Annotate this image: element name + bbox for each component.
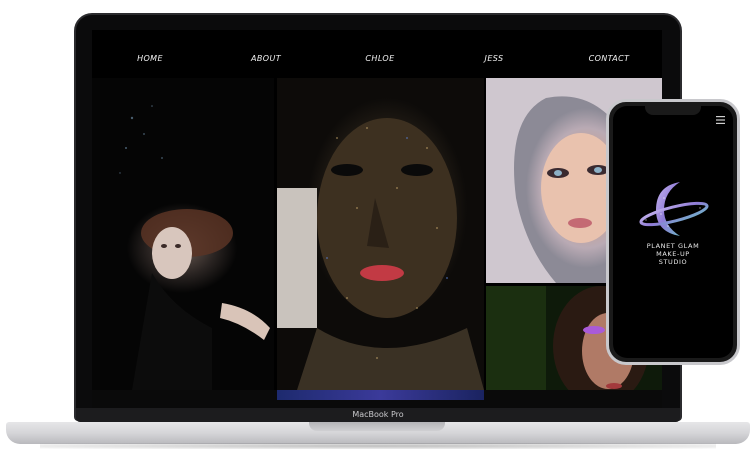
planet-glam-logo[interactable] (634, 178, 714, 240)
nav-item-contact[interactable]: CONTACT (589, 54, 630, 63)
phone-notch (645, 106, 701, 115)
nav-item-about[interactable]: ABOUT (251, 54, 281, 63)
gallery-photo-underwater[interactable] (92, 78, 274, 390)
studio-name-line-1: PLANET GLAM (646, 242, 700, 250)
nav-item-jess[interactable]: JESS (485, 54, 504, 63)
website-screen: HOME ABOUT CHLOE JESS CONTACT (92, 30, 662, 410)
studio-name-line-2: MAKE-UP (656, 250, 690, 258)
laptop-shadow (40, 443, 716, 449)
main-nav: HOME ABOUT CHLOE JESS CONTACT (92, 30, 662, 78)
studio-name-line-3: STUDIO (658, 258, 688, 266)
gallery-photo-partial (277, 390, 484, 400)
nav-item-home[interactable]: HOME (137, 54, 163, 63)
laptop-lid-notch (309, 422, 445, 431)
nav-item-chloe[interactable]: CHLOE (365, 54, 394, 63)
laptop-brand-label: MacBook Pro (352, 410, 404, 419)
gallery-photo-glitter-face[interactable] (277, 78, 484, 390)
hamburger-icon[interactable] (716, 116, 725, 126)
studio-name: PLANET GLAM MAKE-UP STUDIO (613, 242, 733, 266)
